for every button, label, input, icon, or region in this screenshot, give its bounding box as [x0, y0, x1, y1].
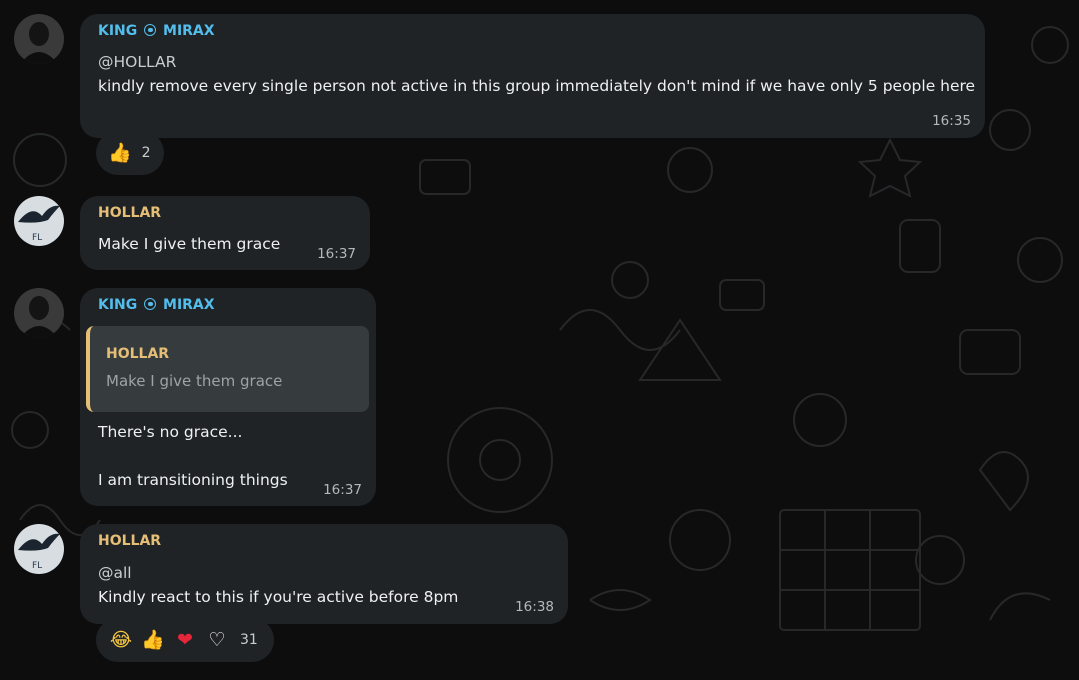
- message-time: 16:35: [932, 113, 971, 129]
- avatar-king-mirax[interactable]: [14, 14, 64, 64]
- laughing-face-icon[interactable]: 😂: [108, 630, 134, 650]
- verified-badge-icon: [144, 298, 157, 310]
- mention-text[interactable]: @HOLLAR: [98, 50, 176, 74]
- person-photo-icon: [14, 288, 64, 338]
- message-text: Kindly react to this if you're active be…: [98, 588, 459, 606]
- sender-name-hollar[interactable]: HOLLAR: [98, 205, 161, 221]
- reactions-bar-1[interactable]: 👍 2: [96, 131, 164, 175]
- reaction-count: 2: [141, 145, 151, 161]
- quote-text: Make I give them grace: [106, 372, 283, 390]
- message-bubble-hollar-2[interactable]: HOLLAR @all Kindly react to this if you'…: [80, 524, 568, 624]
- reaction-count: 31: [240, 632, 258, 648]
- sender-name-hollar[interactable]: HOLLAR: [98, 533, 161, 549]
- avatar-hollar[interactable]: FL: [14, 524, 64, 574]
- sender-first-name: KING: [98, 297, 138, 313]
- sender-last-name: MIRAX: [163, 23, 215, 39]
- white-heart-icon[interactable]: ♡: [204, 630, 230, 650]
- message-text: Make I give them grace: [98, 235, 281, 253]
- thumbs-up-icon[interactable]: 👍: [108, 143, 132, 163]
- eagle-logo-icon: FL: [14, 524, 64, 574]
- message-time: 16:37: [317, 246, 356, 262]
- message-bubble-king-1[interactable]: KING MIRAX @HOLLAR kindly remove every s…: [80, 14, 985, 138]
- message-bubble-hollar-1[interactable]: HOLLAR Make I give them grace 16:37: [80, 196, 370, 270]
- svg-text:FL: FL: [32, 561, 42, 571]
- message-time: 16:38: [515, 599, 554, 615]
- sender-name-king-mirax[interactable]: KING MIRAX: [98, 297, 215, 313]
- message-time: 16:37: [323, 482, 362, 498]
- red-heart-icon[interactable]: ❤: [172, 630, 198, 650]
- sender-last-name: MIRAX: [163, 297, 215, 313]
- mention-text[interactable]: @all: [98, 561, 132, 585]
- thumbs-up-icon[interactable]: 👍: [140, 630, 166, 650]
- sender-first-name: KING: [98, 23, 138, 39]
- svg-text:FL: FL: [32, 233, 42, 243]
- eagle-logo-icon: FL: [14, 196, 64, 246]
- message-text-line-1: There's no grace...: [98, 423, 243, 441]
- message-text-line-2: I am transitioning things: [98, 471, 288, 489]
- reply-quote[interactable]: HOLLAR Make I give them grace: [86, 326, 369, 412]
- message-text: kindly remove every single person not ac…: [98, 77, 976, 95]
- avatar-king-mirax[interactable]: [14, 288, 64, 338]
- message-bubble-king-2[interactable]: KING MIRAX HOLLAR Make I give them grace…: [80, 288, 376, 506]
- person-photo-icon: [14, 14, 64, 64]
- quote-sender: HOLLAR: [106, 346, 170, 362]
- sender-name-king-mirax[interactable]: KING MIRAX: [98, 23, 215, 39]
- verified-badge-icon: [144, 24, 157, 36]
- reactions-bar-2[interactable]: 😂 👍 ❤ ♡ 31: [96, 618, 274, 662]
- avatar-hollar[interactable]: FL: [14, 196, 64, 246]
